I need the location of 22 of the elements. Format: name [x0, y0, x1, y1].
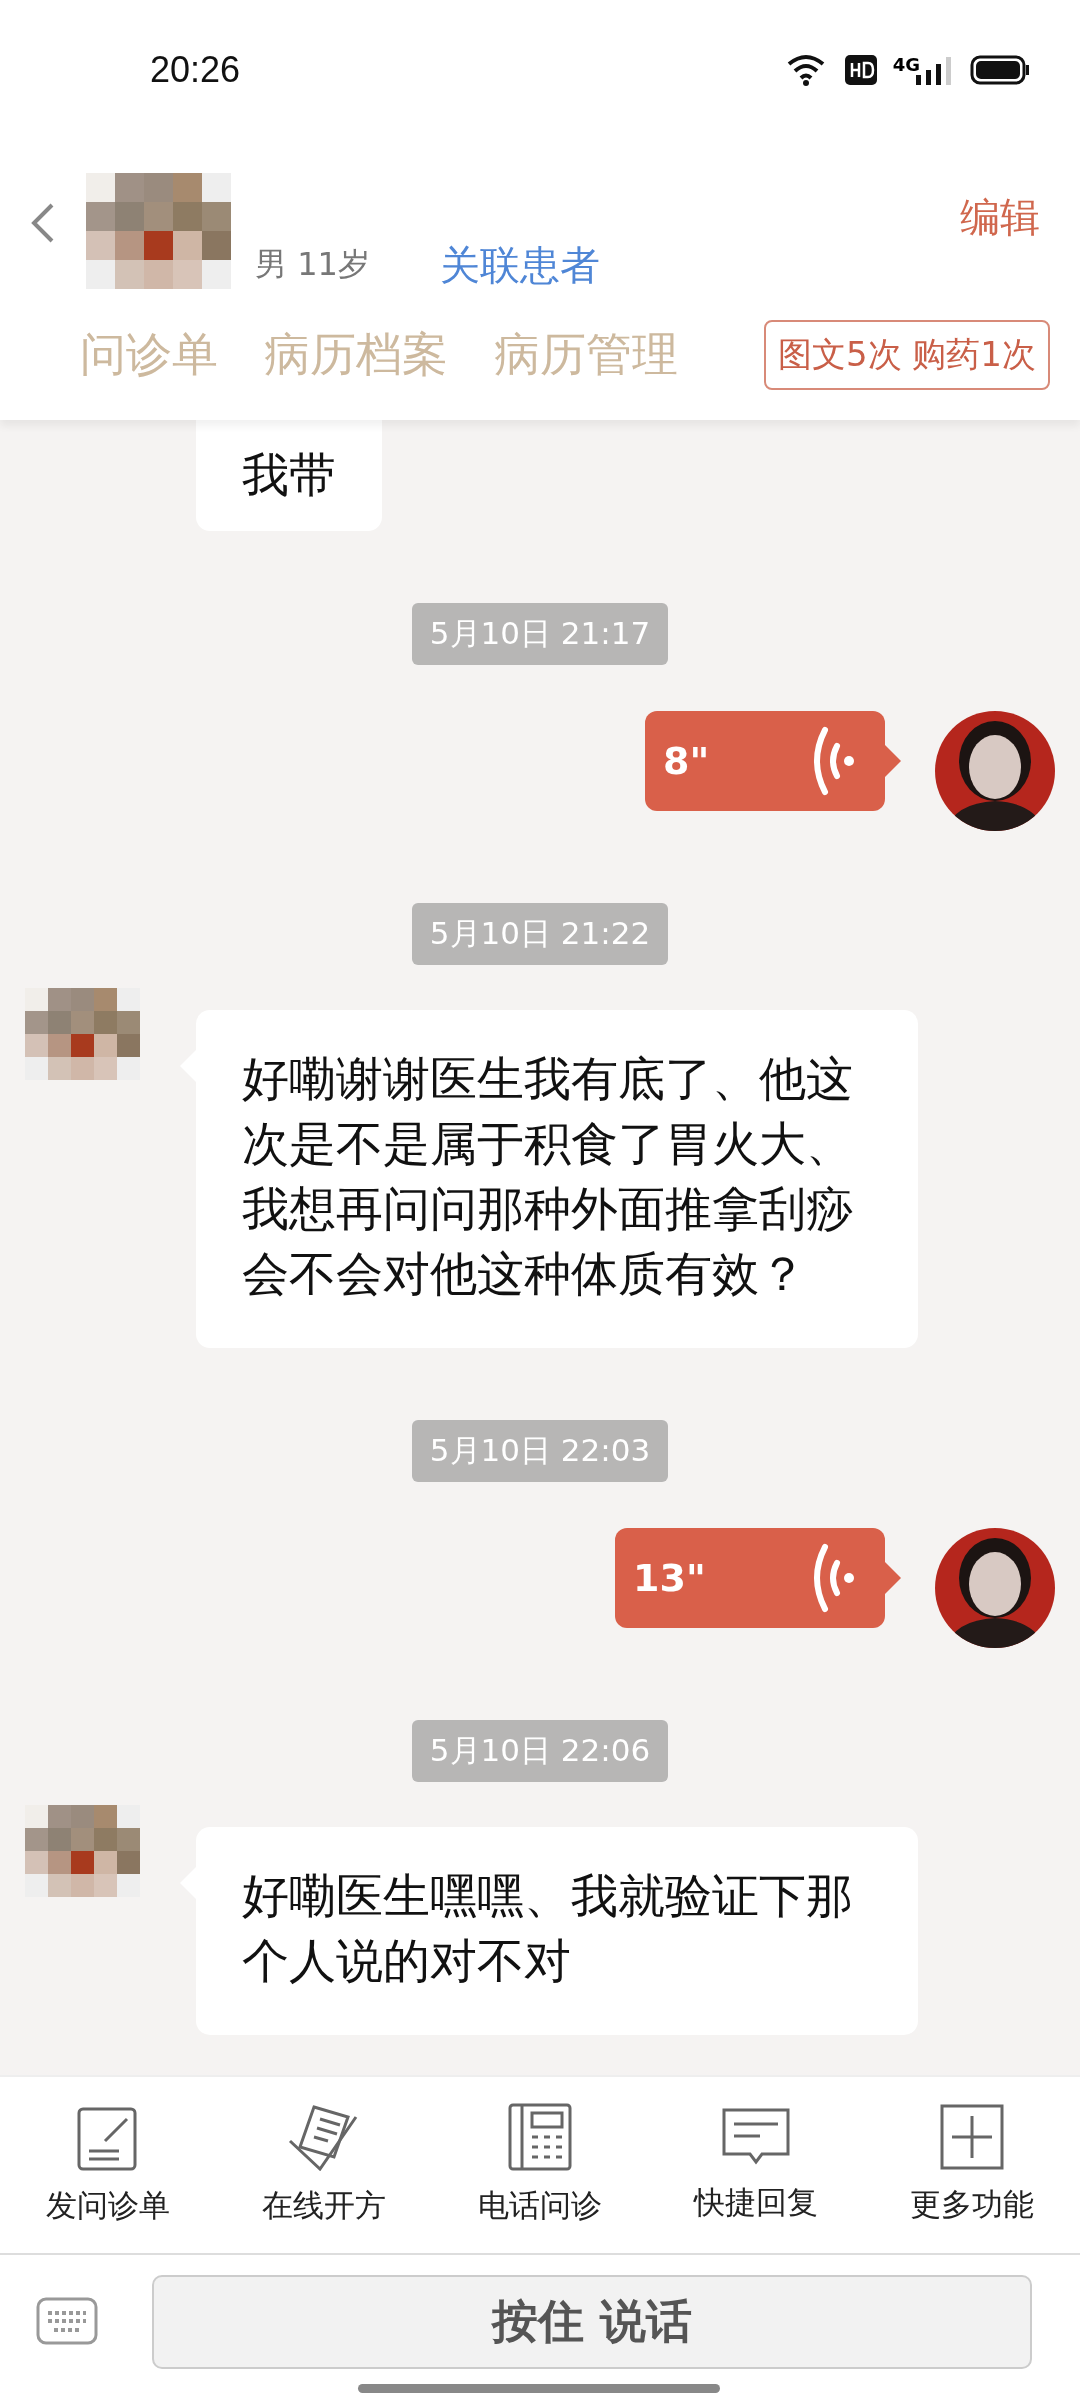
toolbar-button[interactable]: 电话问诊	[432, 2077, 648, 2253]
status-time: 20:26	[150, 49, 241, 91]
hold-to-talk-button[interactable]: 按住 说话	[152, 2275, 1032, 2369]
timestamp: 5月10日 22:03	[411, 1420, 669, 1482]
link-patient-link[interactable]: 关联患者	[439, 237, 600, 293]
toolbar-button[interactable]: 在线开方	[216, 2077, 432, 2253]
timestamp: 5月10日 22:06	[411, 1720, 669, 1782]
patient-info: 男 11岁	[255, 244, 370, 285]
timestamp: 5月10日 21:17	[411, 603, 669, 665]
message-bubble: 我带	[196, 420, 382, 531]
timestamp: 5月10日 21:22	[411, 903, 669, 965]
toolbar-button[interactable]: 更多功能	[864, 2077, 1080, 2253]
edit-button[interactable]: 编辑	[960, 190, 1040, 245]
toolbar-button[interactable]: 快捷回复	[648, 2077, 864, 2253]
keyboard-icon[interactable]	[36, 2297, 98, 2345]
network-label: 4G	[892, 54, 920, 75]
toolbar-button[interactable]: 发问诊单	[0, 2077, 216, 2253]
desk-phone-icon	[508, 2103, 572, 2171]
battery-icon	[970, 55, 1030, 85]
hd-icon	[844, 55, 877, 85]
plus-icon	[940, 2104, 1004, 2170]
usage-badge[interactable]: 图文5次 购药1次	[763, 320, 1050, 390]
